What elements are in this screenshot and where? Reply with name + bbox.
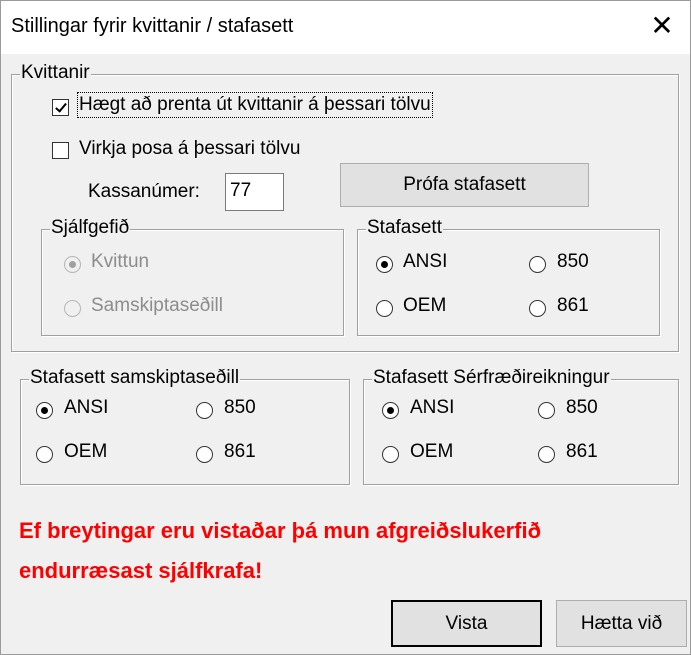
test-charset-button[interactable]: Prófa stafasett (340, 163, 589, 207)
restart-warning: Ef breytingar eru vistaðar þá mun afgrei… (19, 518, 542, 583)
dialog-window: Stillingar fyrir kvittanir / stafasett ✕… (0, 0, 691, 655)
charset-group: Stafasett ANSI 850 OEM 861 (357, 217, 660, 336)
serfraedi-charset-legend: Stafasett Sérfræðireikningur (372, 367, 611, 389)
window-title: Stillingar fyrir kvittanir / stafasett (11, 15, 294, 37)
serfraedi-label-oem: OEM (410, 441, 454, 462)
charset-radio-ansi[interactable] (376, 256, 393, 273)
test-charset-button-label: Prófa stafasett (403, 174, 526, 195)
default-radio-samskiptaseðill[interactable] (64, 300, 81, 317)
charset-label-850: 850 (557, 251, 589, 272)
serfraedi-radio-850[interactable] (538, 402, 555, 419)
kvittanir-legend: Kvittanir (20, 62, 91, 84)
samskiptaseðill-charset-legend: Stafasett samskiptaseðill (29, 367, 241, 389)
default-label-kvittun: Kvittun (91, 251, 150, 272)
samskipta-radio-ansi[interactable] (36, 402, 53, 419)
samskipta-label-850: 850 (224, 397, 256, 418)
charset-legend: Stafasett (366, 217, 443, 239)
cancel-button[interactable]: Hætta við (556, 600, 687, 647)
charset-radio-oem[interactable] (376, 300, 393, 317)
serfraedi-label-861: 861 (566, 441, 598, 462)
charset-radio-850[interactable] (529, 256, 546, 273)
title-bar: Stillingar fyrir kvittanir / stafasett ✕ (1, 1, 690, 54)
print-receipts-label[interactable]: Hægt að prenta út kvittanir á þessari tö… (77, 92, 433, 118)
close-icon[interactable]: ✕ (634, 1, 690, 54)
serfraedi-radio-oem[interactable] (382, 446, 399, 463)
enable-pos-label[interactable]: Virkja posa á þessari tölvu (79, 138, 300, 160)
print-receipts-checkbox[interactable] (52, 99, 69, 116)
save-button[interactable]: Vista (391, 600, 542, 647)
samskipta-label-oem: OEM (64, 441, 108, 462)
charset-label-oem: OEM (403, 295, 447, 316)
samskipta-radio-861[interactable] (196, 446, 213, 463)
samskipta-label-861: 861 (224, 441, 256, 462)
save-button-label: Vista (445, 613, 488, 634)
samskipta-radio-oem[interactable] (36, 446, 53, 463)
default-legend: Sjálfgefið (50, 217, 131, 239)
serfraedi-label-ansi: ANSI (410, 397, 455, 418)
enable-pos-checkbox[interactable] (52, 142, 69, 159)
samskiptaseðill-charset-group: Stafasett samskiptaseðill ANSI 850 OEM 8… (20, 367, 350, 485)
default-radio-kvittun[interactable] (64, 256, 81, 273)
samskipta-label-ansi: ANSI (64, 397, 109, 418)
serfraedi-label-850: 850 (566, 397, 598, 418)
default-label-samskiptaseðill: Samskiptaseðill (91, 295, 223, 316)
samskipta-radio-850[interactable] (196, 402, 213, 419)
charset-label-ansi: ANSI (403, 251, 448, 272)
register-number-input[interactable]: 77 (225, 173, 284, 211)
cancel-button-label: Hætta við (580, 613, 663, 634)
charset-label-861: 861 (557, 295, 589, 316)
kvittanir-group: Kvittanir Hægt að prenta út kvittanir á … (11, 62, 679, 352)
default-group: Sjálfgefið Kvittun Samskiptaseðill (41, 217, 344, 336)
serfraedi-radio-861[interactable] (538, 446, 555, 463)
register-number-label: Kassanúmer: (88, 181, 200, 202)
serfraedi-radio-ansi[interactable] (382, 402, 399, 419)
serfraedi-charset-group: Stafasett Sérfræðireikningur ANSI 850 OE… (363, 367, 679, 485)
charset-radio-861[interactable] (529, 300, 546, 317)
